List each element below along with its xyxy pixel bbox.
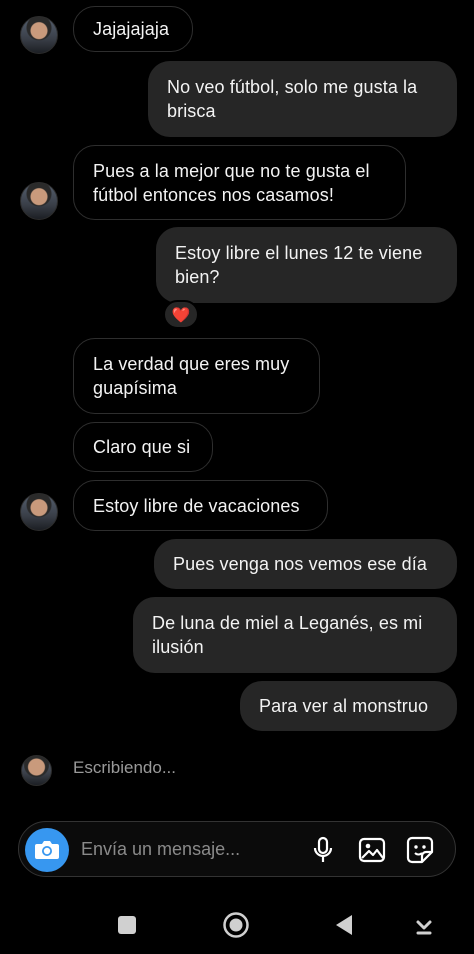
message-text: Jajajajaja <box>93 19 170 39</box>
message-incoming[interactable]: Claro que si <box>73 422 213 472</box>
camera-button[interactable] <box>25 828 69 872</box>
square-recents-icon <box>118 916 136 934</box>
message-text: Claro que si <box>93 437 191 457</box>
contact-avatar[interactable] <box>21 755 52 786</box>
down-arrow-icon <box>416 920 432 935</box>
contact-avatar[interactable] <box>20 182 58 220</box>
message-incoming[interactable]: Jajajajaja <box>73 6 193 52</box>
message-incoming[interactable]: Estoy libre de vacaciones <box>73 480 328 531</box>
circle-home-icon <box>223 912 249 938</box>
message-text: Pues venga nos vemos ese día <box>173 554 427 574</box>
message-text: Para ver al monstruo <box>259 696 429 716</box>
message-outgoing[interactable]: De luna de miel a Leganés, es mi ilusión <box>133 597 457 673</box>
message-outgoing[interactable]: Pues venga nos vemos ese día <box>154 539 457 589</box>
home-button[interactable] <box>221 910 251 940</box>
message-text: La verdad que eres muy guapísima <box>93 354 290 398</box>
message-input[interactable] <box>81 822 301 876</box>
contact-avatar[interactable] <box>20 493 58 531</box>
contact-avatar[interactable] <box>20 16 58 54</box>
message-text: Pues a la mejor que no te gusta el fútbo… <box>93 160 370 205</box>
typing-indicator: Escribiendo... <box>73 758 176 777</box>
microphone-button[interactable] <box>309 836 337 864</box>
message-composer <box>18 821 456 877</box>
microphone-icon <box>313 836 333 862</box>
gallery-button[interactable] <box>358 836 386 864</box>
heart-icon: ❤️ <box>171 306 191 324</box>
sticker-button[interactable] <box>406 836 434 864</box>
extra-nav-button[interactable] <box>409 910 439 940</box>
recents-button[interactable] <box>112 910 142 940</box>
message-incoming[interactable]: Pues a la mejor que no te gusta el fútbo… <box>73 145 406 220</box>
back-button[interactable] <box>329 910 359 940</box>
triangle-back-icon <box>336 915 352 935</box>
gallery-icon <box>358 837 386 863</box>
message-incoming[interactable]: La verdad que eres muy guapísima <box>73 338 320 414</box>
heart-reaction[interactable]: ❤️ <box>163 300 199 329</box>
message-outgoing[interactable]: No veo fútbol, solo me gusta la brisca <box>148 61 457 137</box>
message-text: De luna de miel a Leganés, es mi ilusión <box>152 613 423 657</box>
message-text: Estoy libre de vacaciones <box>93 495 300 516</box>
sticker-icon <box>406 836 434 864</box>
message-text: Estoy libre el lunes 12 te viene bien? <box>175 243 423 287</box>
system-navigation-bar <box>0 896 474 954</box>
message-text: No veo fútbol, solo me gusta la brisca <box>167 77 418 121</box>
message-outgoing[interactable]: Para ver al monstruo <box>240 681 457 731</box>
message-outgoing[interactable]: Estoy libre el lunes 12 te viene bien? <box>156 227 457 303</box>
camera-icon <box>35 841 59 859</box>
